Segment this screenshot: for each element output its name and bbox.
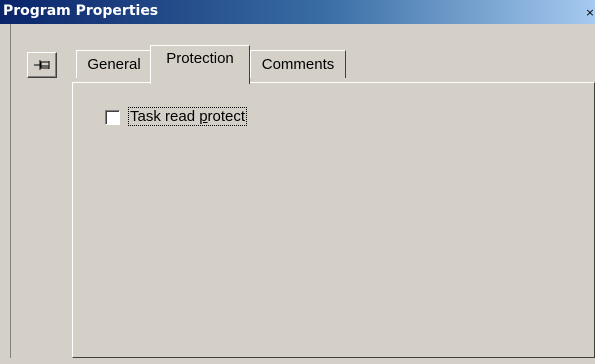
bottom-edge xyxy=(0,358,595,364)
window-title: Program Properties xyxy=(3,3,159,19)
task-read-protect-label[interactable]: Task read protect xyxy=(127,107,248,126)
title-bar[interactable]: Program Properties × xyxy=(0,0,595,24)
close-icon[interactable]: × xyxy=(585,6,595,20)
tab-general[interactable]: General xyxy=(76,50,152,78)
label-suffix: rotect xyxy=(207,108,246,125)
left-edge xyxy=(0,24,11,364)
pushpin-icon xyxy=(34,60,50,70)
program-properties-window: Program Properties × General Protection … xyxy=(0,0,595,364)
task-read-protect-checkbox[interactable] xyxy=(105,110,120,125)
label-prefix: Task read xyxy=(130,108,200,125)
tab-protection[interactable]: Protection xyxy=(150,45,250,84)
label-accelerator: p xyxy=(199,108,208,125)
pin-button[interactable] xyxy=(27,52,57,78)
tab-comments[interactable]: Comments xyxy=(250,50,346,78)
protection-panel: Task read protect xyxy=(72,82,595,358)
